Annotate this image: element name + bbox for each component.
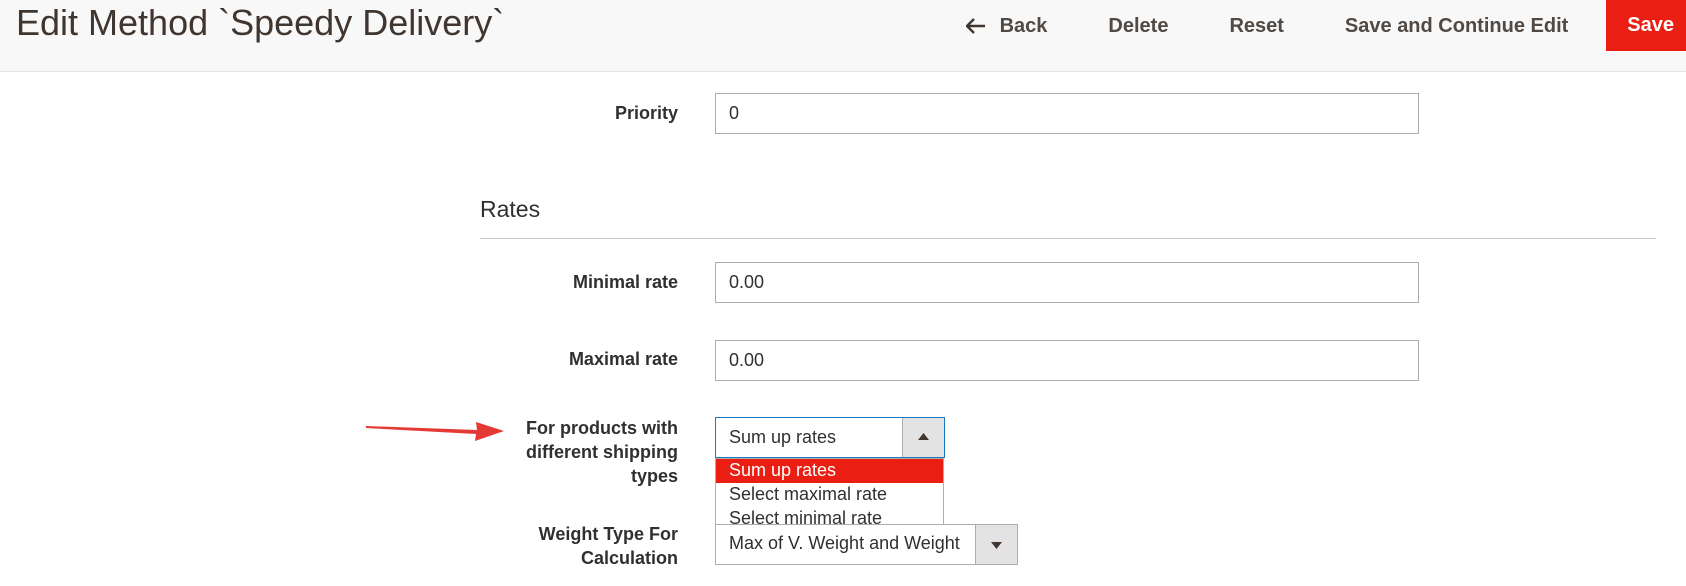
dropdown-option[interactable]: Select maximal rate <box>716 483 943 507</box>
back-button[interactable]: Back <box>965 3 1048 49</box>
shipping-types-label-line: types <box>630 466 678 486</box>
maximal-rate-input[interactable] <box>715 340 1419 381</box>
shipping-types-select[interactable]: Sum up rates <box>715 417 945 458</box>
minimal-rate-input[interactable] <box>715 262 1419 303</box>
chevron-down-icon <box>991 542 1002 549</box>
shipping-types-dropdown: Sum up rates Select maximal rate Select … <box>715 458 944 534</box>
priority-label: Priority <box>614 103 678 123</box>
section-divider <box>480 238 1656 239</box>
save-and-continue-button[interactable]: Save and Continue Edit <box>1345 3 1568 49</box>
back-button-label: Back <box>999 14 1048 37</box>
chevron-up-icon <box>918 433 929 440</box>
shipping-types-label-line: For products with <box>526 418 678 438</box>
arrow-left-icon <box>965 17 985 34</box>
select-toggle[interactable] <box>975 525 1017 564</box>
page-actions: Back Delete Reset Save and Continue Edit… <box>965 0 1686 51</box>
delete-button[interactable]: Delete <box>1108 3 1168 49</box>
page-title: Edit Method `Speedy Delivery` <box>16 2 505 43</box>
page-header: Edit Method `Speedy Delivery` Back Delet… <box>0 0 1686 72</box>
shipping-types-label-line: different shipping <box>526 442 678 462</box>
reset-button[interactable]: Reset <box>1229 3 1283 49</box>
minimal-rate-label: Minimal rate <box>572 272 678 292</box>
pointer-arrow-icon <box>366 422 504 441</box>
priority-input[interactable] <box>715 93 1419 134</box>
weight-type-label-line: Calculation <box>580 548 678 568</box>
weight-type-selected-value: Max of V. Weight and Weight <box>729 533 960 553</box>
weight-type-label: Weight Type For Calculation <box>539 522 678 570</box>
save-button[interactable]: Save <box>1606 0 1686 51</box>
shipping-types-label: For products with different shipping typ… <box>526 416 678 488</box>
weight-type-label-line: Weight Type For <box>538 524 678 544</box>
weight-type-select[interactable]: Max of V. Weight and Weight <box>715 524 1018 565</box>
select-toggle[interactable] <box>902 418 944 457</box>
dropdown-option[interactable]: Sum up rates <box>716 459 943 483</box>
maximal-rate-label: Maximal rate <box>568 349 678 369</box>
rates-section-title: Rates <box>480 196 541 222</box>
shipping-types-selected-value: Sum up rates <box>729 427 837 447</box>
